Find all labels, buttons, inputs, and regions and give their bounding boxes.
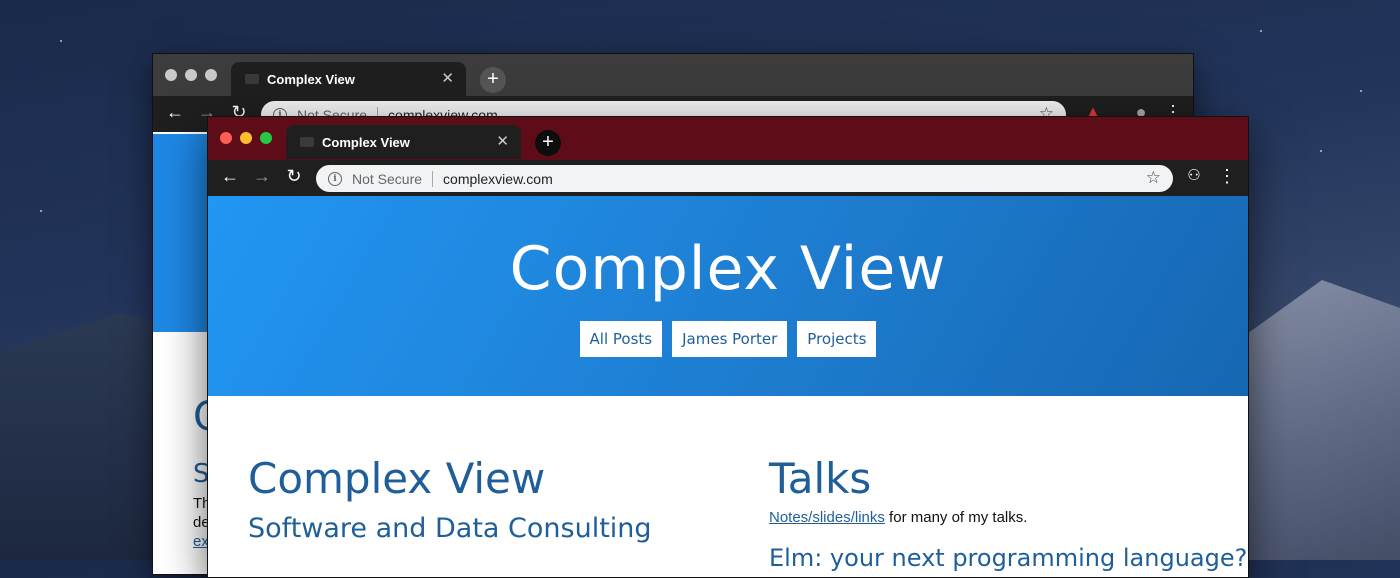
incognito-icon[interactable]: ⚇	[1182, 166, 1206, 184]
window-controls	[165, 69, 217, 81]
address-bar[interactable]: i Not Secure complexview.com ☆	[316, 165, 1173, 192]
back-arrow-icon[interactable]: ←	[163, 102, 187, 123]
tab-complex-view[interactable]: Complex View ✕	[286, 125, 521, 159]
nav-all-posts[interactable]: All Posts	[579, 321, 663, 357]
minimize-window-button[interactable]	[240, 132, 252, 144]
close-window-button[interactable]	[220, 132, 232, 144]
new-tab-button[interactable]: +	[535, 130, 561, 156]
close-tab-icon[interactable]: ✕	[441, 69, 454, 87]
hero-banner: Complex View All Posts James Porter Proj…	[208, 196, 1248, 396]
right-column: Talks Notes/slides/links for many of my …	[769, 454, 1247, 572]
reload-icon[interactable]: ↻	[282, 166, 306, 187]
favicon-icon	[245, 74, 259, 84]
url-text[interactable]: complexview.com	[443, 171, 553, 187]
notes-slides-link[interactable]: Notes/slides/links	[769, 509, 885, 526]
post-title[interactable]: Elm: your next programming language?	[769, 544, 1247, 572]
tab-title: Complex View	[267, 71, 355, 87]
divider	[432, 170, 434, 187]
nav-projects[interactable]: Projects	[797, 321, 877, 357]
back-arrow-icon[interactable]: ←	[218, 166, 242, 187]
toolbar: ← → ↻ i Not Secure complexview.com ☆ ⚇ ⋮	[208, 160, 1248, 196]
left-column: Complex View Software and Data Consultin…	[248, 454, 652, 544]
forward-arrow-icon[interactable]: →	[250, 166, 274, 187]
nav-james-porter[interactable]: James Porter	[672, 321, 788, 357]
menu-kebab-icon[interactable]: ⋮	[1215, 166, 1239, 187]
site-title: Complex View	[509, 234, 947, 304]
security-label: Not Secure	[352, 170, 423, 187]
talks-description: Notes/slides/links for many of my talks.	[769, 509, 1229, 526]
maximize-window-button[interactable]	[205, 69, 217, 81]
favicon-icon	[300, 137, 314, 147]
tab-bar: Complex View ✕ +	[208, 117, 1248, 160]
close-window-button[interactable]	[165, 69, 177, 81]
new-tab-button[interactable]: +	[480, 67, 506, 93]
site-nav: All Posts James Porter Projects	[208, 321, 1248, 357]
window-controls	[220, 132, 272, 144]
tab-complex-view[interactable]: Complex View ✕	[231, 62, 466, 96]
browser-window-front[interactable]: Complex View ✕ + ← → ↻ i Not Secure comp…	[207, 116, 1249, 578]
tab-bar: Complex View ✕ +	[153, 54, 1193, 96]
talks-suffix: for many of my talks.	[884, 509, 1028, 526]
section-subheading: Software and Data Consulting	[248, 513, 652, 544]
maximize-window-button[interactable]	[260, 132, 272, 144]
info-icon[interactable]: i	[328, 171, 342, 186]
section-heading: Complex View	[248, 454, 546, 503]
minimize-window-button[interactable]	[185, 69, 197, 81]
close-tab-icon[interactable]: ✕	[496, 132, 509, 150]
tab-title: Complex View	[322, 134, 410, 150]
talks-heading: Talks	[769, 454, 872, 503]
bookmark-star-icon[interactable]: ☆	[1146, 168, 1161, 188]
